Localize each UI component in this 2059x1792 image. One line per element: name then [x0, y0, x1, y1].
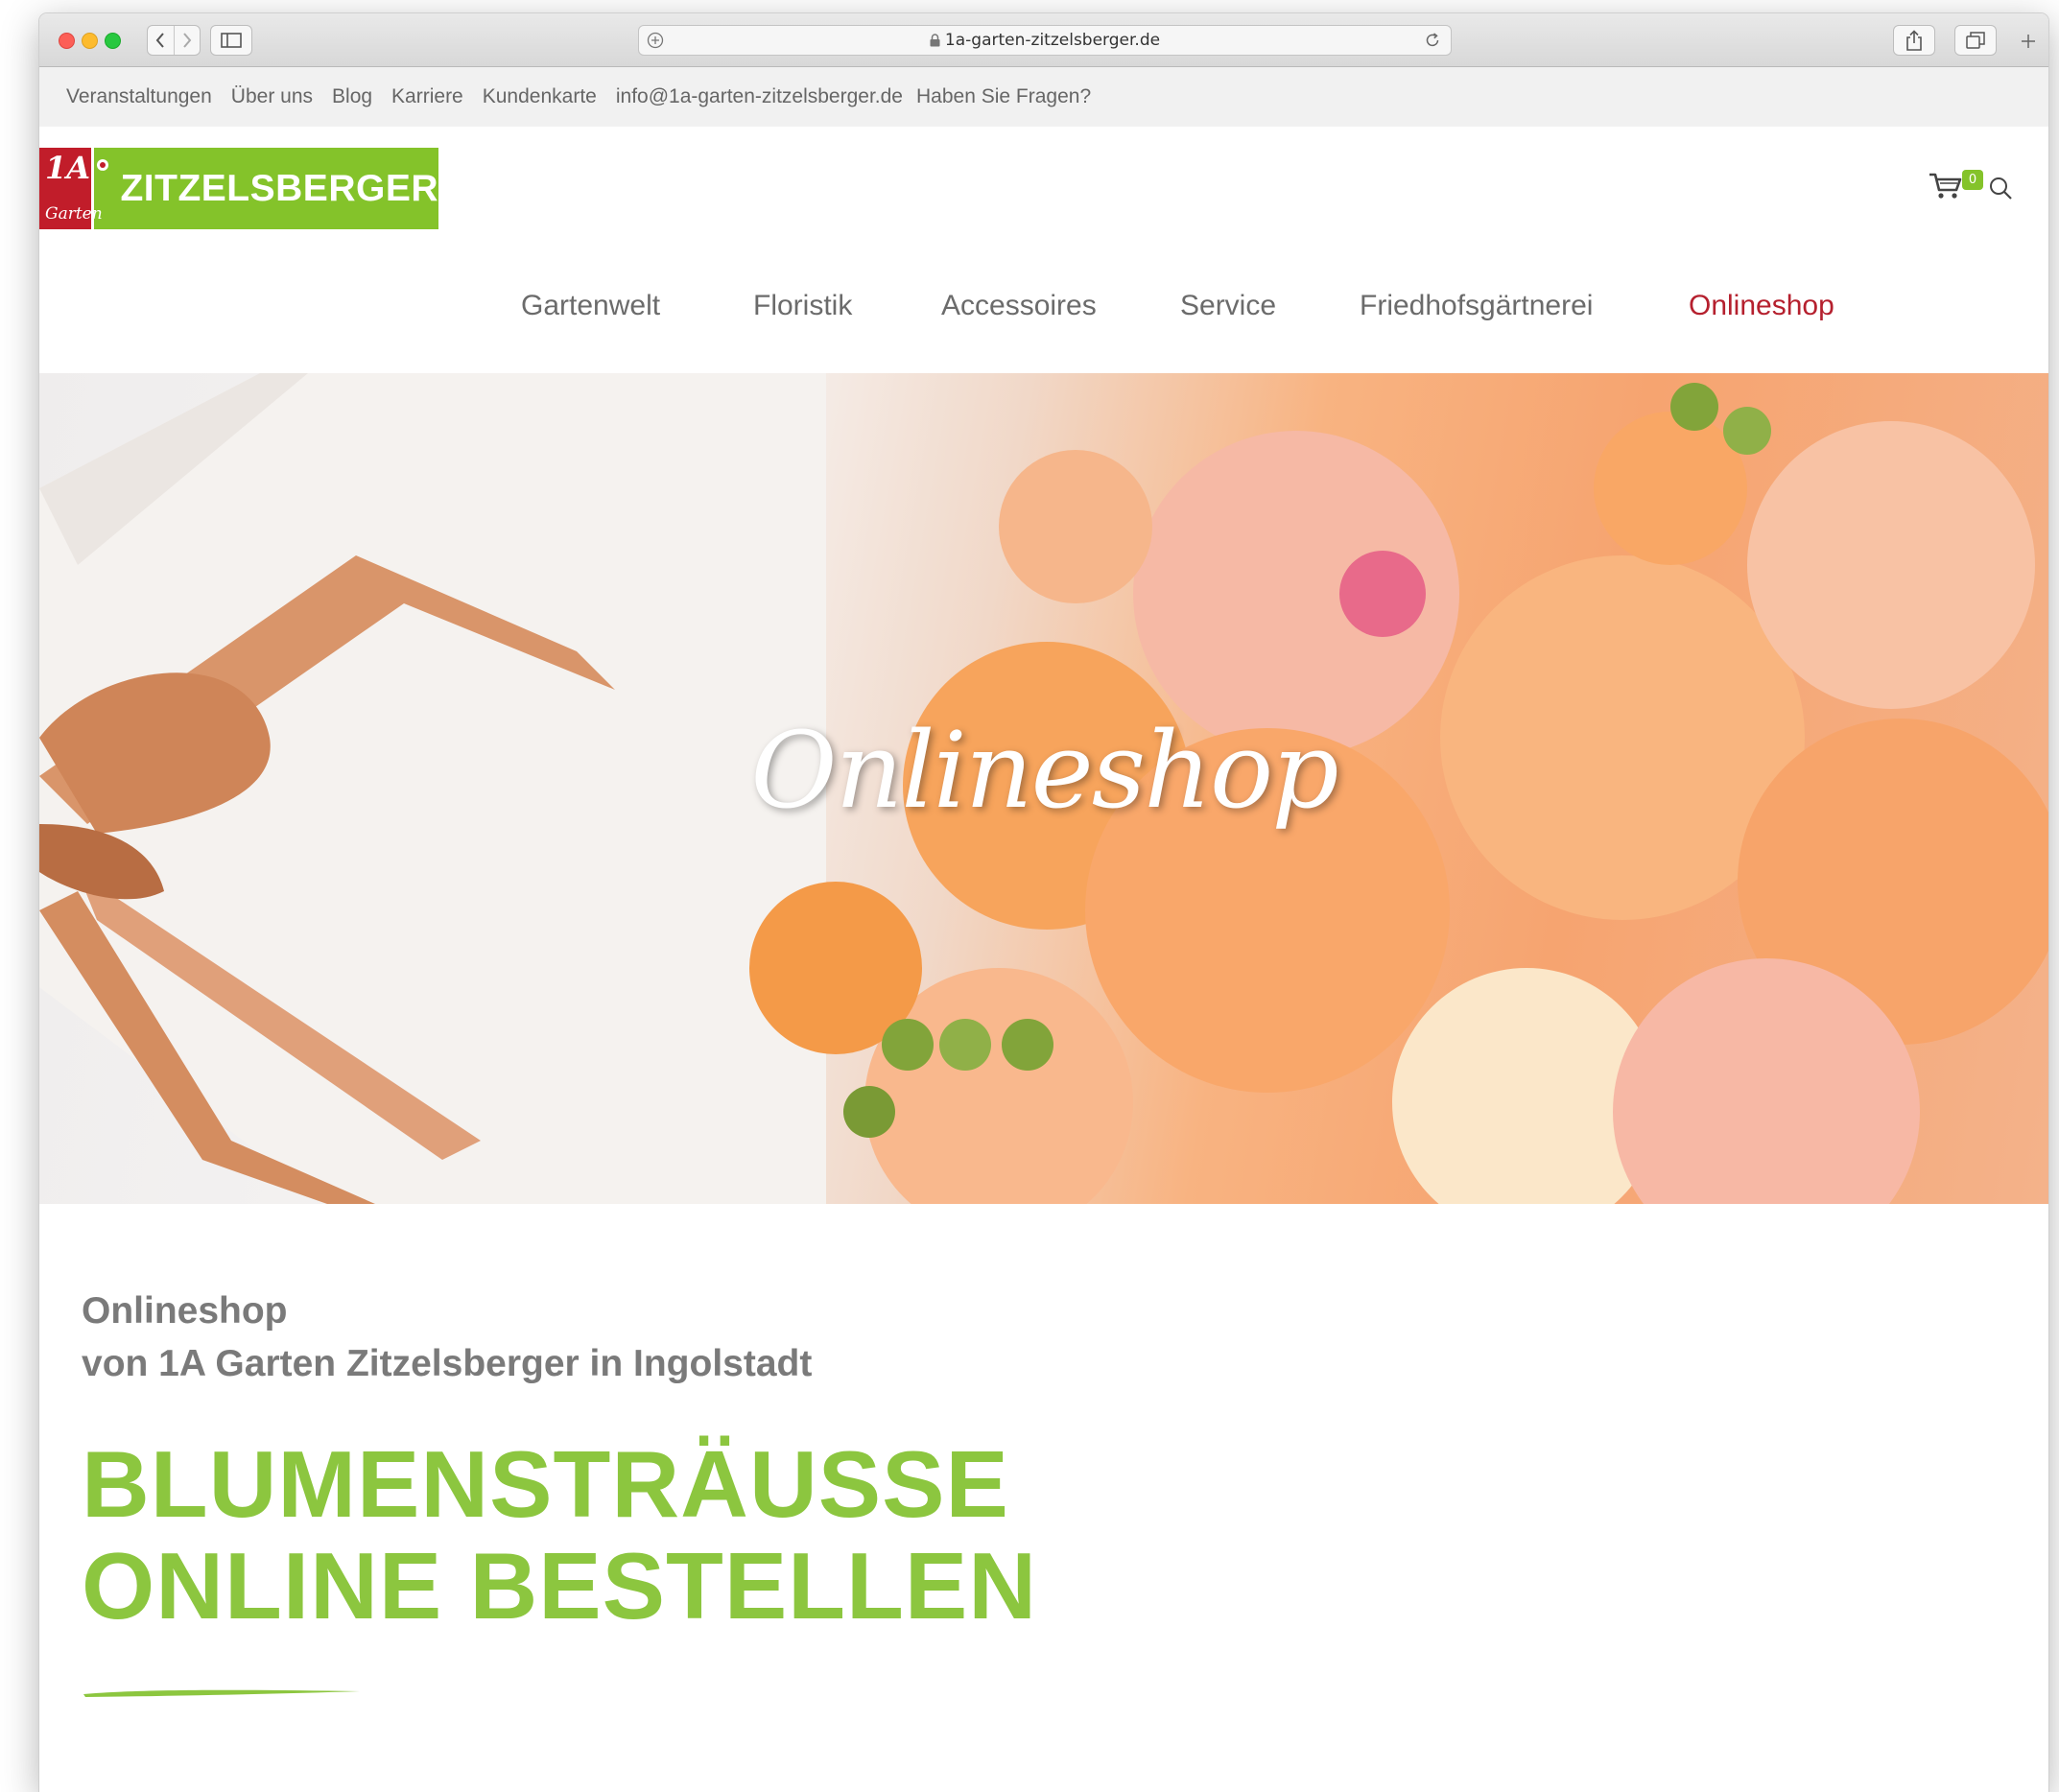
brush-underline	[83, 1689, 360, 1697]
link-karriere[interactable]: Karriere	[391, 85, 463, 108]
url-display: 1a-garten-zitzelsberger.de	[639, 26, 1451, 55]
new-tab-button[interactable]	[2014, 27, 2043, 56]
link-veranstaltungen[interactable]: Veranstaltungen	[66, 85, 212, 108]
reload-icon[interactable]	[1424, 32, 1441, 49]
page-intro: Onlineshop von 1A Garten Zitzelsberger i…	[82, 1285, 1617, 1697]
nav-item-onlineshop[interactable]: Onlineshop	[1689, 290, 1834, 322]
sidebar-icon	[221, 33, 242, 48]
history-nav	[147, 25, 201, 56]
hero-banner: Onlineshop	[39, 373, 2048, 1204]
nav-item-friedhofsgaertnerei[interactable]: Friedhofsgärtnerei	[1360, 290, 1593, 322]
zoom-window-button[interactable]	[105, 33, 121, 49]
forward-button[interactable]	[173, 26, 201, 55]
nav-item-gartenwelt[interactable]: Gartenwelt	[521, 290, 660, 322]
page-subtitle-line1: Onlineshop	[82, 1290, 288, 1332]
search-icon[interactable]	[1988, 176, 2013, 200]
tabs-overview-icon	[1966, 32, 1985, 49]
page-headline: BLUMENSTRÄUSSE ONLINE BESTELLEN	[82, 1433, 1617, 1637]
link-kundenkarte[interactable]: Kundenkarte	[483, 85, 597, 108]
page-subtitle-line2: von 1A Garten Zitzelsberger in Ingolstad…	[82, 1343, 813, 1384]
browser-toolbar: 1a-garten-zitzelsberger.de	[39, 13, 2048, 67]
show-tabs-button[interactable]	[1954, 25, 1997, 56]
site-logo[interactable]: 1A Garten ZITZELSBERGER	[39, 148, 438, 229]
headline-line2: ONLINE BESTELLEN	[82, 1533, 1038, 1639]
url-text: 1a-garten-zitzelsberger.de	[944, 31, 1161, 50]
sidebar-toggle-button[interactable]	[210, 25, 252, 56]
headline-line1: BLUMENSTRÄUSSE	[82, 1431, 1009, 1537]
lock-icon	[930, 34, 940, 47]
logo-mark-1a: 1A	[45, 150, 91, 186]
link-blog[interactable]: Blog	[332, 85, 372, 108]
minimize-window-button[interactable]	[82, 33, 98, 49]
utility-nav: Veranstaltungen Über uns Blog Karriere K…	[39, 67, 2048, 127]
logo-brand-text: ZITZELSBERGER	[120, 167, 438, 209]
cart-count-badge: 0	[1962, 170, 1983, 190]
address-bar[interactable]: 1a-garten-zitzelsberger.de	[638, 25, 1452, 56]
plus-icon	[2022, 35, 2035, 48]
link-email[interactable]: info@1a-garten-zitzelsberger.de	[616, 85, 903, 108]
link-ueber-uns[interactable]: Über uns	[231, 85, 313, 108]
logo-mark: 1A Garten	[39, 148, 108, 229]
share-icon	[1906, 30, 1922, 51]
nav-item-service[interactable]: Service	[1180, 290, 1276, 322]
link-haben-sie-fragen[interactable]: Haben Sie Fragen?	[916, 85, 1091, 108]
browser-window: 1a-garten-zitzelsberger.de Veranstaltung…	[39, 13, 2048, 1792]
chevron-left-icon	[155, 33, 165, 48]
logo-mark-garten: Garten	[45, 204, 103, 224]
back-button[interactable]	[148, 26, 174, 55]
share-button[interactable]	[1893, 25, 1935, 56]
flower-icon	[97, 159, 108, 177]
site-header: 1A Garten ZITZELSBERGER 0 Gartenwelt Flo…	[39, 127, 2048, 373]
chevron-right-icon	[182, 33, 192, 48]
hero-title: Onlineshop	[750, 709, 1338, 832]
nav-item-accessoires[interactable]: Accessoires	[941, 290, 1097, 322]
cart-icon[interactable]	[1928, 171, 1964, 200]
main-nav: Gartenwelt Floristik Accessoires Service…	[39, 280, 2048, 338]
close-window-button[interactable]	[59, 33, 75, 49]
nav-item-floristik[interactable]: Floristik	[753, 290, 852, 322]
